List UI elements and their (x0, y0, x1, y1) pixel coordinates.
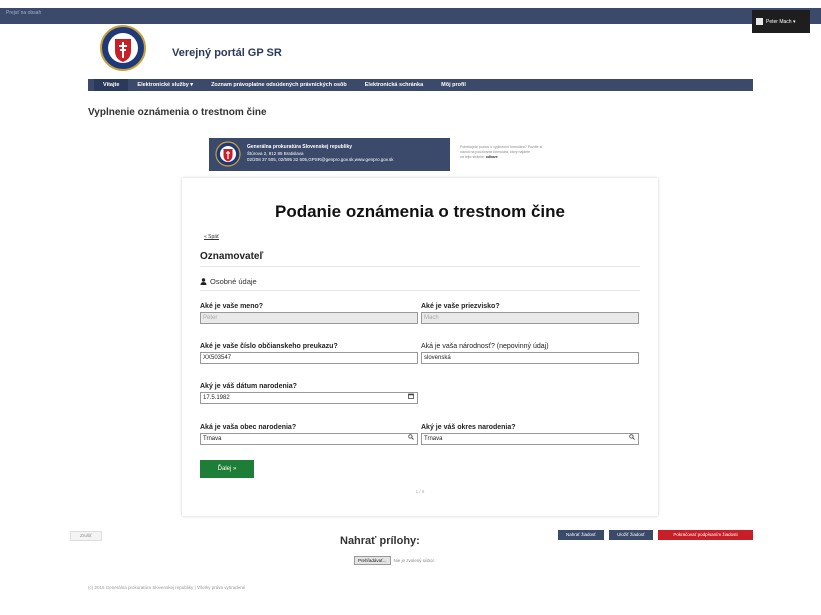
next-button[interactable]: Ďalej » (200, 460, 254, 478)
birth-date-label: Aký je váš dátum narodenia? (200, 383, 297, 390)
help-line-3-text: na tejto stránke: (460, 155, 485, 159)
site-title[interactable]: Verejný portál GP SR (172, 47, 282, 59)
nav-item-my-profile[interactable]: Môj profil (432, 82, 475, 88)
organization-name: Generálna prokuratúra Slovenskej republi… (247, 144, 353, 150)
birth-district-label: Aký je váš okres narodenia? (421, 424, 516, 431)
help-text: Potrebujete pomoc s vyplnením formulára?… (460, 145, 610, 160)
organization-box: Generálna prokuratúra Slovenskej republi… (209, 138, 450, 171)
organization-address: Štúrova 2, 812 85 Bratislava (247, 151, 304, 156)
help-link[interactable]: odkaze (486, 155, 498, 159)
save-request-button[interactable]: Uložiť žiadosť (609, 530, 653, 540)
id-card-label: Aké je vaše číslo občianskeho preukazu? (200, 343, 338, 350)
nationality-label: Aká je vaša národnosť? (nepovinný údaj) (421, 343, 549, 350)
user-menu-label: Peter Mach ▾ (766, 18, 796, 25)
organization-contact: 02/208 37 505, 02/595 32 505,GPSR@genpro… (247, 157, 394, 162)
subsection-label: Osobné údaje (210, 277, 257, 286)
last-name-label: Aké je vaše priezvisko? (421, 303, 500, 310)
top-bar: Prejsť na obsah (0, 8, 821, 24)
birth-district-input[interactable]: Trnava (424, 436, 442, 442)
search-icon[interactable] (408, 434, 414, 444)
person-icon (200, 278, 207, 285)
prosecutor-seal-icon (215, 141, 241, 167)
search-icon[interactable] (629, 434, 635, 444)
birth-town-input[interactable]: Trnava (203, 436, 221, 442)
sign-request-button[interactable]: Pokračovať podpísaním žiadosti (658, 530, 753, 540)
birth-date-input[interactable]: 17.5.1982 (203, 395, 230, 401)
attachments-title: Nahrať prílohy: (340, 535, 420, 547)
step-indicator: 1 / 6 (415, 489, 425, 494)
birth-district-field: Trnava (421, 433, 639, 445)
browse-button[interactable]: Prehľadávať... (354, 556, 391, 565)
section-title: Oznamovateľ (200, 251, 264, 262)
divider (200, 266, 640, 267)
avatar (756, 18, 763, 25)
form-title: Podanie oznámenia o trestnom čine (274, 202, 565, 221)
birth-town-group: Aká je vaša obec narodenia? Trnava (200, 424, 418, 445)
last-name-input[interactable]: Mach (421, 312, 639, 324)
last-name-group: Aké je vaše priezvisko? Mach (421, 303, 639, 324)
subsection-title: Osobné údaje (200, 277, 257, 286)
help-line-3: na tejto stránke: odkaze (460, 155, 610, 160)
birth-district-group: Aký je váš okres narodenia? Trnava (421, 424, 639, 445)
first-name-input[interactable]: Peter (200, 312, 418, 324)
file-upload: Prehľadávať... Nie je zvolený súbor. (354, 556, 435, 565)
skip-link[interactable]: Prejsť na obsah (6, 10, 41, 16)
footer-copyright: (c) 2015 Generálna prokuratúra Slovenske… (88, 585, 246, 590)
nav-item-e-services[interactable]: Elektronické služby ▾ (128, 82, 202, 88)
main-nav: Vitajte Elektronické služby ▾ Zoznam prá… (88, 79, 753, 91)
back-link[interactable]: « Späť (204, 234, 219, 240)
first-name-group: Aké je vaše meno? Peter (200, 303, 418, 324)
nav-item-convicted-list[interactable]: Zoznam právoplatne odsúdených právnickýc… (202, 82, 356, 88)
nationality-group: Aká je vaša národnosť? (nepovinný údaj) … (421, 343, 639, 364)
file-status: Nie je zvolený súbor. (393, 558, 436, 563)
divider (200, 290, 640, 291)
nav-item-welcome[interactable]: Vitajte (94, 79, 129, 91)
user-menu[interactable]: Peter Mach ▾ (752, 10, 810, 33)
birth-date-group: Aký je váš dátum narodenia? 17.5.1982 (200, 383, 418, 404)
cancel-button[interactable]: Zrušiť (70, 531, 102, 541)
calendar-icon[interactable] (408, 393, 414, 403)
upload-request-button[interactable]: Nahrať žiadosť (558, 530, 604, 540)
id-card-group: Aké je vaše číslo občianskeho preukazu? … (200, 343, 418, 364)
page-title: Vyplnenie oznámenia o trestnom čine (88, 107, 267, 118)
prosecutor-seal-logo[interactable] (100, 24, 146, 72)
first-name-label: Aké je vaše meno? (200, 303, 264, 310)
id-card-input[interactable]: XX503547 (200, 352, 418, 364)
birth-town-field: Trnava (200, 433, 418, 445)
form-card: Podanie oznámenia o trestnom čine « Späť… (182, 178, 658, 516)
nav-item-e-mailbox[interactable]: Elektronická schránka (356, 82, 432, 88)
birth-date-field: 17.5.1982 (200, 392, 418, 404)
nationality-input[interactable]: slovenská (421, 352, 639, 364)
birth-town-label: Aká je vaša obec narodenia? (200, 424, 297, 431)
